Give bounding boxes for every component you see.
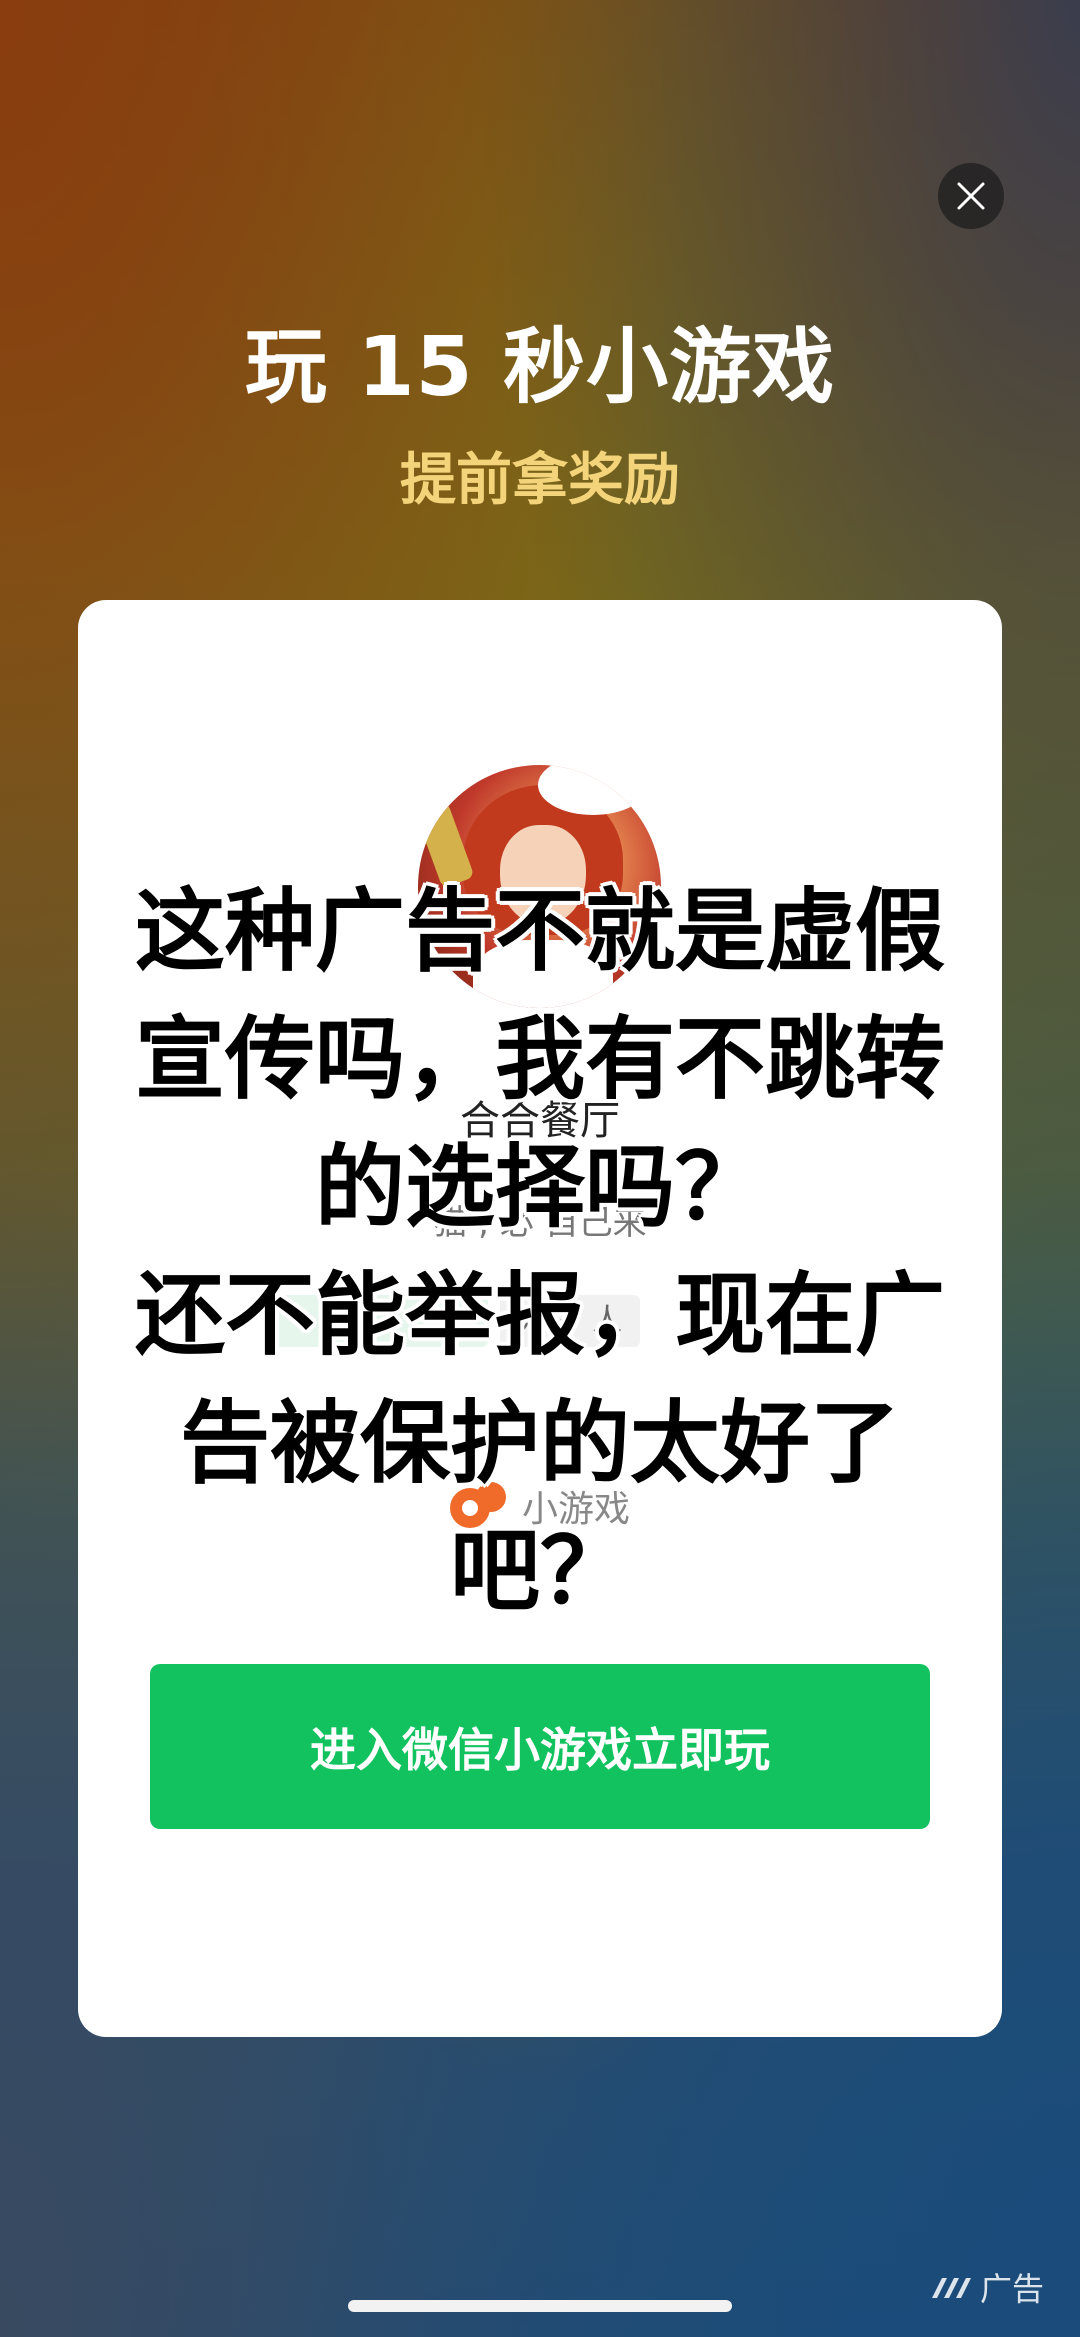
ad-badge: 广告 (930, 2264, 1044, 2310)
ad-label: 广告 (979, 2270, 1044, 2308)
page-title: 玩 15 秒小游戏 (244, 320, 836, 415)
ad-logo-icon (931, 2278, 971, 2298)
page-subtitle: 提前拿奖励 (400, 448, 680, 513)
close-button[interactable] (938, 163, 1004, 229)
overlay-caption: 这种广告不就是虚假 宣传吗，我有不跳转 的选择吗？ 还不能举报，现在广 告被保护… (135, 879, 945, 1624)
close-icon (957, 182, 985, 210)
home-indicator[interactable] (348, 2300, 732, 2312)
play-now-button[interactable]: 进入微信小游戏立即玩 (150, 1664, 930, 1829)
